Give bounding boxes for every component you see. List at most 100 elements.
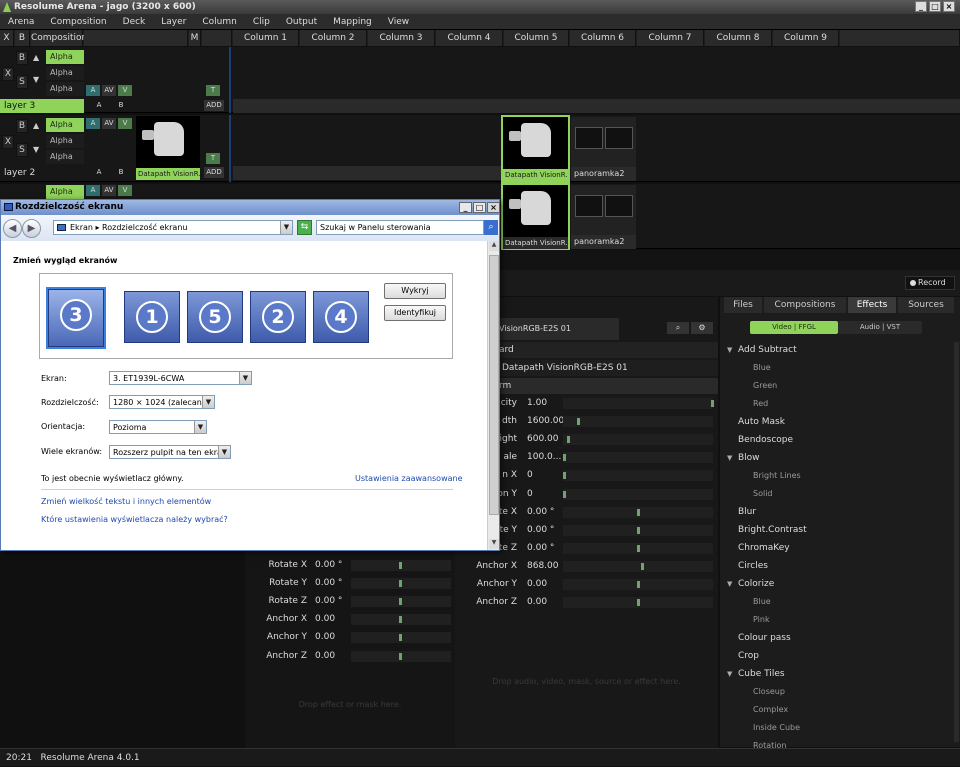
param-value[interactable]: 0.00 ° xyxy=(527,504,554,521)
layer-2-add-button[interactable]: ADD xyxy=(204,167,224,178)
clip-panoramka2-layer-1[interactable]: panoramka2 xyxy=(571,185,636,249)
clip-datapath[interactable]: Datapath VisionR... xyxy=(501,115,570,183)
param-value[interactable]: 1.00 xyxy=(527,395,547,412)
maximize-button[interactable]: □ xyxy=(929,1,941,12)
layer-3-t-button[interactable]: T xyxy=(206,85,220,96)
scroll-thumb[interactable] xyxy=(489,255,499,515)
param-value[interactable]: 0 xyxy=(527,467,533,484)
layer-3-av-button[interactable]: AV xyxy=(102,85,116,96)
column-4-button[interactable]: Column 4 xyxy=(436,30,503,46)
text-size-link[interactable]: Zmień wielkość tekstu i innych elementów xyxy=(41,497,211,506)
param-slider[interactable] xyxy=(351,560,451,571)
param-slider[interactable] xyxy=(563,416,713,428)
param-slider[interactable] xyxy=(351,596,451,608)
effect-group[interactable]: ▼ Colorize xyxy=(720,575,956,593)
column-6-button[interactable]: Column 6 xyxy=(570,30,636,46)
layer-3-solo-button[interactable]: S xyxy=(16,75,28,89)
advanced-settings-link[interactable]: Ustawienia zaawansowane xyxy=(355,474,463,483)
param-value[interactable]: 0.00 xyxy=(315,611,335,628)
composition-button[interactable]: Composition xyxy=(31,30,87,46)
effect-item[interactable]: Bright Lines xyxy=(720,467,956,485)
menu-view[interactable]: View xyxy=(380,14,417,30)
menu-arena[interactable]: Arena xyxy=(0,14,42,30)
param-value[interactable]: 0.00 ° xyxy=(527,522,554,539)
which-settings-link[interactable]: Które ustawienia wyświetlacza należy wyb… xyxy=(41,515,228,524)
layer-3-add-button[interactable]: ADD xyxy=(204,100,224,111)
chevron-down-icon[interactable]: ▼ xyxy=(194,421,206,433)
monitor-5[interactable]: 5 xyxy=(187,291,243,343)
param-value[interactable]: 0.00 xyxy=(527,594,547,611)
column-2-button[interactable]: Column 2 xyxy=(300,30,367,46)
slider-handle[interactable] xyxy=(637,526,640,534)
layer-3-crossfade-b[interactable]: B xyxy=(114,100,128,111)
chevron-down-icon[interactable]: ▼ xyxy=(202,396,214,408)
chevron-down-icon[interactable]: ▼ xyxy=(727,449,732,467)
param-slider[interactable] xyxy=(563,434,713,446)
effect-item[interactable]: Bendoscope xyxy=(720,431,956,449)
layer-2-v-button[interactable]: V xyxy=(118,118,132,129)
column-5-button[interactable]: Column 5 xyxy=(504,30,569,46)
close-button[interactable]: × xyxy=(943,1,955,12)
param-value[interactable]: 600.00 xyxy=(527,431,559,448)
slider-handle[interactable] xyxy=(399,562,402,569)
param-slider[interactable] xyxy=(351,650,451,662)
effects-scrollbar[interactable] xyxy=(954,342,959,742)
param-value[interactable]: 0.00 ° xyxy=(527,540,554,557)
slider-handle[interactable] xyxy=(637,544,640,552)
param-slider[interactable] xyxy=(563,560,713,572)
param-value[interactable]: 0.00 xyxy=(527,576,547,593)
resolution-select[interactable]: 1280 × 1024 (zalecane) ▼ xyxy=(109,395,215,409)
param-slider[interactable] xyxy=(563,452,713,464)
param-value[interactable]: 0.00 xyxy=(315,629,335,646)
effect-item[interactable]: Circles xyxy=(720,557,956,575)
layer-2-blend-option[interactable]: Alpha xyxy=(46,134,84,148)
chevron-down-icon[interactable]: ▼ xyxy=(727,575,732,593)
slider-handle[interactable] xyxy=(567,436,570,444)
column-3-button[interactable]: Column 3 xyxy=(368,30,435,46)
effect-item[interactable]: Bright.Contrast xyxy=(720,521,956,539)
header-x-button[interactable]: X xyxy=(0,30,14,46)
param-slider[interactable] xyxy=(563,506,713,518)
param-slider[interactable] xyxy=(351,578,451,590)
monitor-1[interactable]: 1 xyxy=(124,291,180,343)
header-b-button[interactable]: B xyxy=(15,30,30,46)
chevron-down-icon[interactable]: ▼ xyxy=(727,341,732,359)
orientation-select[interactable]: Pozioma ▼ xyxy=(109,420,207,434)
scroll-up-icon[interactable]: ▲ xyxy=(489,241,499,251)
clip-datapath-layer-1[interactable]: Datapath VisionR... xyxy=(501,183,570,251)
dialog-minimize-button[interactable]: _ xyxy=(459,202,472,213)
monitor-3[interactable]: 3 xyxy=(46,287,106,349)
column-9-button[interactable]: Column 9 xyxy=(773,30,839,46)
param-slider[interactable] xyxy=(563,470,713,482)
param-value[interactable]: 868.00 xyxy=(527,558,559,575)
layer-2-clear-button[interactable]: X xyxy=(2,135,14,149)
param-slider[interactable] xyxy=(563,542,713,554)
tab-sources[interactable]: Sources xyxy=(898,297,954,313)
layer-2-a-button[interactable]: A xyxy=(86,118,100,129)
layer-2-t-button[interactable]: T xyxy=(206,153,220,164)
scroll-down-icon[interactable]: ▼ xyxy=(489,539,499,549)
minimize-button[interactable]: _ xyxy=(915,1,927,12)
param-value[interactable]: 0.00 ° xyxy=(315,575,342,592)
layer-3-down-arrow-icon[interactable]: ▼ xyxy=(33,75,39,84)
clip-panoramka2[interactable]: panoramka2 xyxy=(571,117,636,181)
layer-2-name[interactable]: layer 2 xyxy=(0,166,84,180)
effect-group[interactable]: ▼ Cube Tiles xyxy=(720,665,956,683)
effect-item[interactable]: Auto Mask xyxy=(720,413,956,431)
layer-3-blend-option[interactable]: Alpha xyxy=(46,66,84,80)
effect-item[interactable]: Blur xyxy=(720,503,956,521)
dialog-close-button[interactable]: × xyxy=(487,202,500,213)
layer-3-name[interactable]: layer 3 xyxy=(0,99,84,113)
effect-item[interactable]: Colour pass xyxy=(720,629,956,647)
breadcrumb[interactable]: Ekran ▸ Rozdzielczość ekranu ▼ xyxy=(53,220,293,235)
effect-item[interactable]: Solid xyxy=(720,485,956,503)
layer-2-crossfade-b[interactable]: B xyxy=(114,167,128,178)
slider-handle[interactable] xyxy=(399,634,402,642)
layer-3-blend-option[interactable]: Alpha xyxy=(46,82,84,96)
param-value[interactable]: 0 xyxy=(527,486,533,503)
layer-1-blend-mode[interactable]: Alpha xyxy=(46,185,84,199)
effect-item[interactable]: Red xyxy=(720,395,956,413)
effect-item[interactable]: ChromaKey xyxy=(720,539,956,557)
layer-3-blend-mode[interactable]: Alpha xyxy=(46,50,84,64)
subtab-video-ffgl[interactable]: Video | FFGL xyxy=(750,321,838,334)
